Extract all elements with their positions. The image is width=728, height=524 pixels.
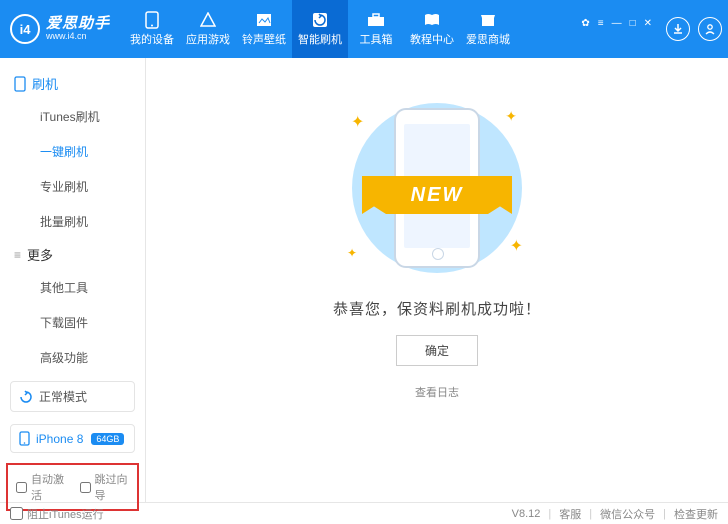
nav-my-device[interactable]: 我的设备 bbox=[124, 0, 180, 58]
main-content: ✦ ✦ ✦ ✦ NEW 恭喜您，保资料刷机成功啦！ 确定 查看日志 bbox=[146, 58, 728, 502]
sparkle-icon: ✦ bbox=[351, 112, 364, 132]
sidebar-item-batch-flash[interactable]: 批量刷机 bbox=[0, 204, 145, 239]
download-button[interactable] bbox=[666, 17, 690, 41]
toolbox-icon bbox=[367, 11, 385, 29]
app-url: www.i4.cn bbox=[46, 32, 110, 42]
skin-icon[interactable]: ✿ bbox=[581, 18, 589, 29]
maximize-icon[interactable]: □ bbox=[630, 18, 636, 29]
header-right: ✿ ≡ — □ ✕ bbox=[581, 12, 722, 47]
sidebar-item-advanced[interactable]: 高级功能 bbox=[0, 340, 145, 375]
footer-update-link[interactable]: 检查更新 bbox=[674, 506, 718, 522]
phone-icon bbox=[143, 11, 161, 29]
sidebar-section-more[interactable]: ≡ 更多 bbox=[0, 239, 145, 270]
logo-icon: i4 bbox=[10, 14, 40, 44]
checkbox-skip-guide[interactable]: 跳过向导 bbox=[80, 471, 130, 503]
success-illustration: ✦ ✦ ✦ ✦ NEW bbox=[327, 98, 547, 278]
user-icon bbox=[704, 23, 716, 35]
sidebar-item-pro-flash[interactable]: 专业刷机 bbox=[0, 169, 145, 204]
sidebar-item-download-firmware[interactable]: 下载固件 bbox=[0, 305, 145, 340]
sidebar-item-oneclick-flash[interactable]: 一键刷机 bbox=[0, 134, 145, 169]
device-icon bbox=[19, 431, 30, 446]
nav-tutorials[interactable]: 教程中心 bbox=[404, 0, 460, 58]
refresh-icon bbox=[19, 390, 33, 404]
new-ribbon: NEW bbox=[362, 176, 512, 214]
sparkle-icon: ✦ bbox=[505, 108, 517, 125]
device-capacity-badge: 64GB bbox=[91, 433, 124, 445]
app-title: 爱思助手 bbox=[46, 16, 110, 33]
minimize-icon[interactable]: — bbox=[612, 18, 622, 29]
nav-flash[interactable]: 智能刷机 bbox=[292, 0, 348, 58]
device-name: iPhone 8 bbox=[36, 432, 83, 446]
sidebar-section-flash[interactable]: 刷机 bbox=[0, 68, 145, 99]
highlighted-options: 自动激活 跳过向导 bbox=[6, 463, 139, 511]
ok-button[interactable]: 确定 bbox=[396, 335, 478, 366]
flash-icon bbox=[311, 11, 329, 29]
checkbox-block-itunes[interactable]: 阻止iTunes运行 bbox=[10, 506, 104, 522]
store-icon bbox=[479, 11, 497, 29]
app-header: i4 爱思助手 www.i4.cn 我的设备 应用游戏 铃声壁纸 智能刷机 工具… bbox=[0, 0, 728, 58]
user-button[interactable] bbox=[698, 17, 722, 41]
phone-small-icon bbox=[14, 76, 26, 92]
nav-apps[interactable]: 应用游戏 bbox=[180, 0, 236, 58]
sparkle-icon: ✦ bbox=[347, 246, 357, 260]
menu-icon[interactable]: ≡ bbox=[598, 18, 604, 29]
close-icon[interactable]: ✕ bbox=[644, 18, 652, 29]
footer-service-link[interactable]: 客服 bbox=[559, 506, 581, 522]
view-log-link[interactable]: 查看日志 bbox=[415, 384, 459, 400]
checkbox-auto-activate[interactable]: 自动激活 bbox=[16, 471, 66, 503]
more-icon: ≡ bbox=[14, 248, 21, 262]
window-controls: ✿ ≡ — □ ✕ bbox=[581, 12, 652, 29]
success-message: 恭喜您，保资料刷机成功啦！ bbox=[333, 298, 541, 319]
nav-toolbox[interactable]: 工具箱 bbox=[348, 0, 404, 58]
sparkle-icon: ✦ bbox=[510, 236, 523, 256]
sidebar: 刷机 iTunes刷机 一键刷机 专业刷机 批量刷机 ≡ 更多 其他工具 下载固… bbox=[0, 58, 146, 502]
mode-indicator[interactable]: 正常模式 bbox=[10, 381, 135, 412]
top-nav: 我的设备 应用游戏 铃声壁纸 智能刷机 工具箱 教程中心 爱思商城 bbox=[124, 0, 516, 58]
version-label: V8.12 bbox=[512, 508, 541, 520]
device-indicator[interactable]: iPhone 8 64GB bbox=[10, 424, 135, 453]
logo: i4 爱思助手 www.i4.cn bbox=[10, 14, 110, 44]
sidebar-item-itunes-flash[interactable]: iTunes刷机 bbox=[0, 99, 145, 134]
download-icon bbox=[672, 23, 684, 35]
apps-icon bbox=[199, 11, 217, 29]
sidebar-item-other-tools[interactable]: 其他工具 bbox=[0, 270, 145, 305]
footer-wechat-link[interactable]: 微信公众号 bbox=[600, 506, 655, 522]
nav-ringtones[interactable]: 铃声壁纸 bbox=[236, 0, 292, 58]
wallpaper-icon bbox=[255, 11, 273, 29]
nav-store[interactable]: 爱思商城 bbox=[460, 0, 516, 58]
book-icon bbox=[423, 11, 441, 29]
